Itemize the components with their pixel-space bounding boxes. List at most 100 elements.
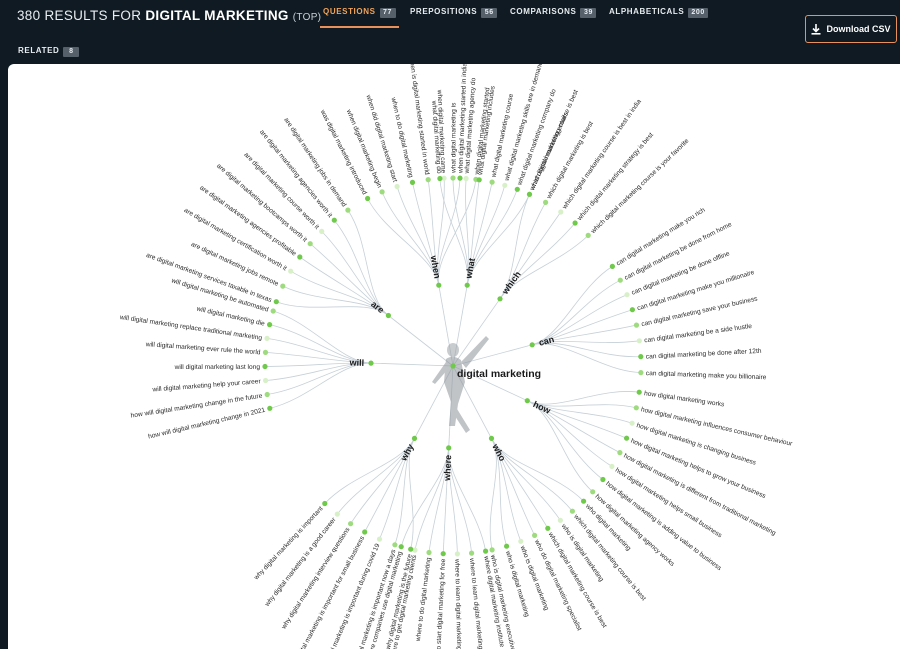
leaf-node[interactable]: [379, 189, 385, 195]
branch-node: [385, 312, 391, 319]
leaf-node[interactable]: [617, 277, 623, 283]
tab-questions[interactable]: QUESTIONS 77: [320, 6, 399, 28]
leaf-node[interactable]: [307, 241, 313, 247]
leaf-node[interactable]: [270, 308, 276, 314]
leaf-node[interactable]: [617, 450, 623, 456]
leaf-node[interactable]: [502, 182, 508, 188]
question-label[interactable]: how digital marketing influences consume…: [640, 406, 793, 448]
tab-prepositions[interactable]: PREPOSITIONS 56: [410, 6, 498, 22]
leaf-node[interactable]: [280, 283, 286, 289]
leaf-node[interactable]: [609, 263, 616, 269]
question-label[interactable]: where to do digital marketing: [415, 557, 433, 643]
leaf-node[interactable]: [331, 217, 337, 223]
leaf-node[interactable]: [322, 500, 328, 507]
leaf-node[interactable]: [600, 476, 606, 483]
leaf-node[interactable]: [457, 175, 463, 181]
leaf-node[interactable]: [398, 544, 404, 550]
leaf-node[interactable]: [454, 551, 460, 557]
question-label[interactable]: will digital marketing last long: [174, 364, 261, 371]
leaf-node[interactable]: [409, 179, 416, 185]
leaf-node[interactable]: [609, 463, 615, 469]
tab-alphabeticals[interactable]: ALPHABETICALS 200: [609, 6, 708, 22]
leaf-node[interactable]: [638, 370, 644, 376]
leaf-node[interactable]: [264, 335, 270, 341]
question-label[interactable]: where to learn digital marketing: [453, 558, 462, 649]
tab-comparisons[interactable]: COMPARISONS 39: [510, 6, 597, 22]
leaf-node[interactable]: [518, 538, 524, 544]
leaf-node[interactable]: [514, 186, 520, 192]
leaf-node[interactable]: [504, 543, 510, 549]
question-label[interactable]: can digital marketing be done after 12th: [646, 348, 762, 361]
leaf-node[interactable]: [264, 391, 270, 398]
question-label[interactable]: which digital marketing is best: [545, 120, 595, 201]
leaf-node[interactable]: [543, 199, 549, 205]
leaf-node[interactable]: [440, 551, 446, 557]
question-label[interactable]: can digital marketing be done offline: [631, 250, 732, 297]
leaf-node[interactable]: [425, 177, 431, 183]
leaf-node[interactable]: [489, 547, 495, 553]
leaf-node[interactable]: [426, 549, 432, 556]
leaf-node[interactable]: [437, 175, 443, 182]
leaf-node[interactable]: [392, 542, 398, 548]
leaf-node[interactable]: [636, 389, 642, 395]
leaf-node[interactable]: [581, 498, 587, 504]
leaf-node[interactable]: [476, 177, 482, 183]
question-label[interactable]: are digital marketing services taxable i…: [145, 252, 273, 304]
leaf-node[interactable]: [469, 550, 475, 556]
leaf-node[interactable]: [376, 536, 383, 542]
leaf-node[interactable]: [273, 299, 279, 305]
question-label[interactable]: are digital marketing jobs remote: [190, 241, 280, 288]
leaf-node[interactable]: [412, 547, 418, 553]
leaf-node[interactable]: [267, 405, 273, 411]
leaf-node[interactable]: [526, 191, 533, 197]
question-label[interactable]: how digital marketing works: [644, 390, 726, 408]
leaf-node[interactable]: [345, 207, 351, 213]
leaf-node[interactable]: [629, 307, 636, 313]
leaf-node[interactable]: [569, 508, 576, 514]
leaf-node[interactable]: [590, 489, 596, 495]
leaf-node[interactable]: [483, 548, 489, 554]
leaf-node[interactable]: [450, 175, 456, 181]
leaf-node[interactable]: [365, 195, 371, 202]
leaf-node[interactable]: [624, 292, 630, 298]
leaf-node[interactable]: [408, 546, 414, 552]
leaf-node[interactable]: [558, 209, 564, 215]
question-label[interactable]: what digital marketing is: [450, 102, 457, 174]
leaf-node[interactable]: [624, 435, 630, 441]
tab-label: RELATED: [18, 46, 60, 55]
leaf-node[interactable]: [638, 354, 644, 360]
leaf-node[interactable]: [288, 268, 294, 274]
branch-keyword: can: [538, 334, 556, 348]
leaf-node[interactable]: [545, 525, 551, 531]
leaf-edge: [273, 310, 372, 364]
leaf-node[interactable]: [557, 517, 564, 523]
leaf-edge: [282, 285, 389, 316]
leaf-node[interactable]: [362, 529, 368, 535]
leaf-node[interactable]: [319, 228, 325, 234]
leaf-node[interactable]: [633, 322, 640, 328]
question-label[interactable]: will digital marketing help your career: [151, 378, 261, 393]
leaf-node[interactable]: [348, 521, 354, 527]
question-label[interactable]: where to learn digital marketing for fre…: [468, 557, 486, 649]
leaf-node[interactable]: [572, 220, 578, 226]
leaf-node[interactable]: [394, 183, 400, 190]
leaf-node[interactable]: [267, 322, 273, 328]
leaf-node[interactable]: [263, 377, 269, 384]
leaf-node[interactable]: [585, 232, 591, 238]
leaf-node[interactable]: [334, 511, 340, 517]
tab-related[interactable]: RELATED 8: [18, 45, 80, 61]
question-label[interactable]: where to start digital marketing for fre…: [434, 558, 447, 649]
leaf-node[interactable]: [633, 405, 639, 411]
question-label[interactable]: will digital marketing ever rule the wor…: [144, 341, 261, 356]
leaf-node[interactable]: [532, 532, 538, 538]
question-label[interactable]: can digital marketing make you billionai…: [646, 370, 767, 381]
leaf-node[interactable]: [463, 175, 469, 182]
leaf-node[interactable]: [297, 254, 303, 260]
leaf-node[interactable]: [489, 179, 495, 185]
leaf-node[interactable]: [262, 363, 268, 370]
leaf-node[interactable]: [262, 349, 269, 355]
leaf-node[interactable]: [629, 420, 635, 426]
download-csv-button[interactable]: Download CSV: [805, 15, 897, 43]
question-label[interactable]: can digital marketing be a side hustle: [644, 323, 753, 345]
leaf-node[interactable]: [636, 338, 642, 344]
